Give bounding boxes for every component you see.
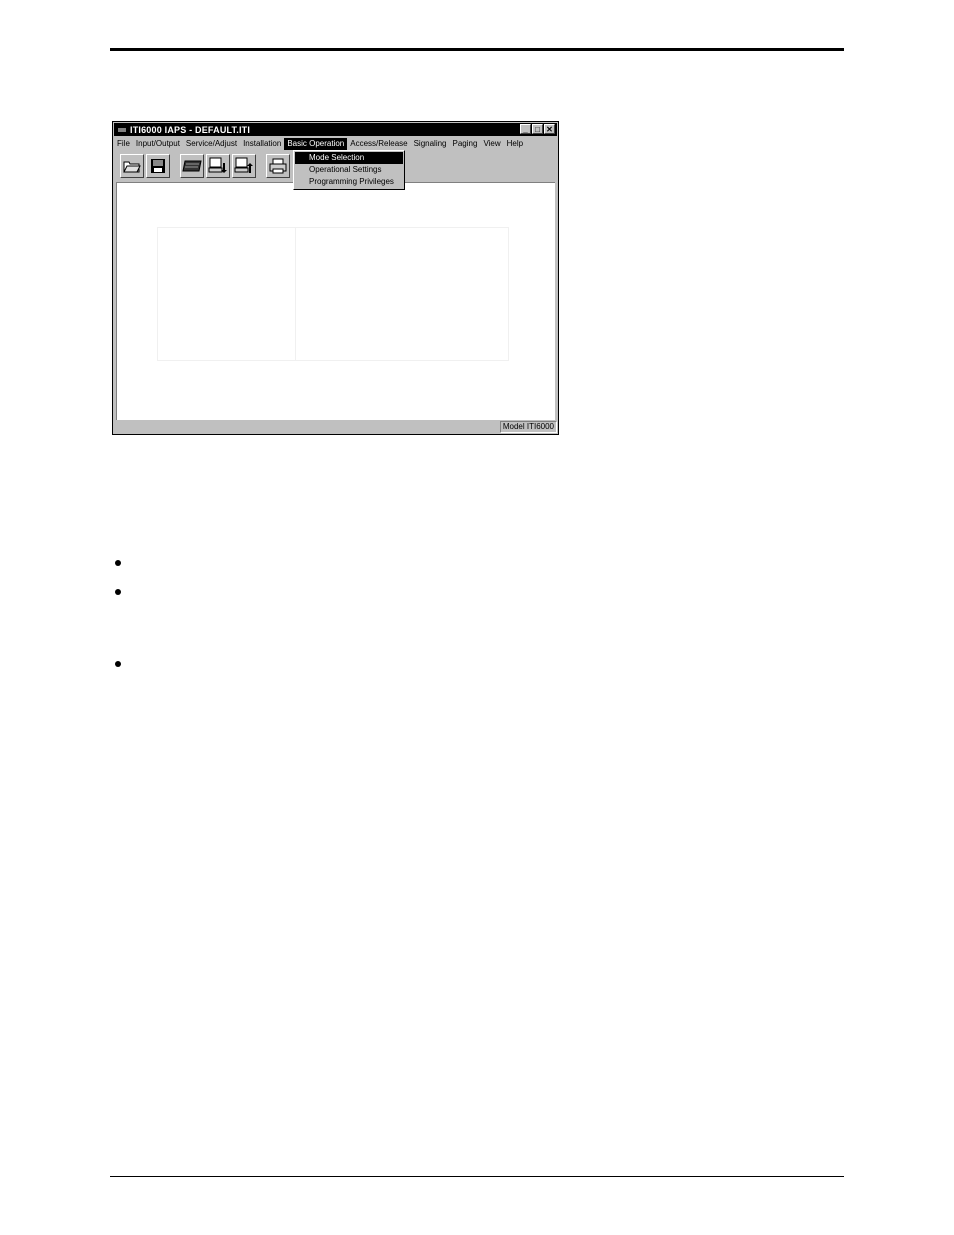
bullet-point (115, 589, 121, 595)
menu-access-release[interactable]: Access/Release (347, 138, 410, 150)
menu-paging[interactable]: Paging (450, 138, 481, 150)
menu-file[interactable]: File (114, 138, 133, 150)
status-bar: Model ITI6000 (114, 421, 557, 433)
bullet-point (115, 560, 121, 566)
menu-input-output[interactable]: Input/Output (133, 138, 183, 150)
footer-rule (110, 1176, 844, 1177)
model-status: Model ITI6000 (499, 421, 557, 433)
menu-view[interactable]: View (480, 138, 503, 150)
faded-panel-left (157, 227, 296, 361)
title-bar[interactable]: ITI6000 IAPS - DEFAULT.ITI _ □ ✕ (114, 123, 557, 136)
menu-bar: File Input/Output Service/Adjust Install… (114, 137, 557, 150)
upload-computer-icon[interactable] (232, 153, 256, 178)
maximize-button[interactable]: □ (532, 124, 543, 134)
bullet-point (115, 661, 121, 667)
window-title: ITI6000 IAPS - DEFAULT.ITI (130, 124, 251, 135)
print-icon[interactable] (266, 153, 290, 178)
menu-basic-operation[interactable]: Basic Operation (284, 137, 348, 150)
menu-signaling[interactable]: Signaling (411, 138, 450, 150)
window-controls: _ □ ✕ (520, 124, 555, 134)
menu-help[interactable]: Help (504, 138, 526, 150)
workspace-area[interactable] (116, 182, 555, 420)
download-computer-icon[interactable] (206, 153, 230, 178)
menu-item-operational-settings[interactable]: Operational Settings (295, 164, 403, 176)
menu-item-mode-selection[interactable]: Mode Selection (295, 152, 403, 164)
save-disk-icon[interactable] (146, 153, 170, 178)
menu-service-adjust[interactable]: Service/Adjust (183, 138, 240, 150)
minimize-button[interactable]: _ (520, 124, 531, 134)
menu-item-programming-privileges[interactable]: Programming Privileges (295, 176, 403, 188)
app-icon[interactable] (118, 127, 126, 132)
keyboard-icon[interactable] (180, 153, 204, 178)
open-folder-icon[interactable] (120, 153, 144, 178)
close-button[interactable]: ✕ (544, 124, 555, 134)
header-rule (110, 48, 844, 51)
menu-installation[interactable]: Installation (240, 138, 284, 150)
basic-operation-dropdown: Mode Selection Operational Settings Prog… (293, 150, 405, 190)
